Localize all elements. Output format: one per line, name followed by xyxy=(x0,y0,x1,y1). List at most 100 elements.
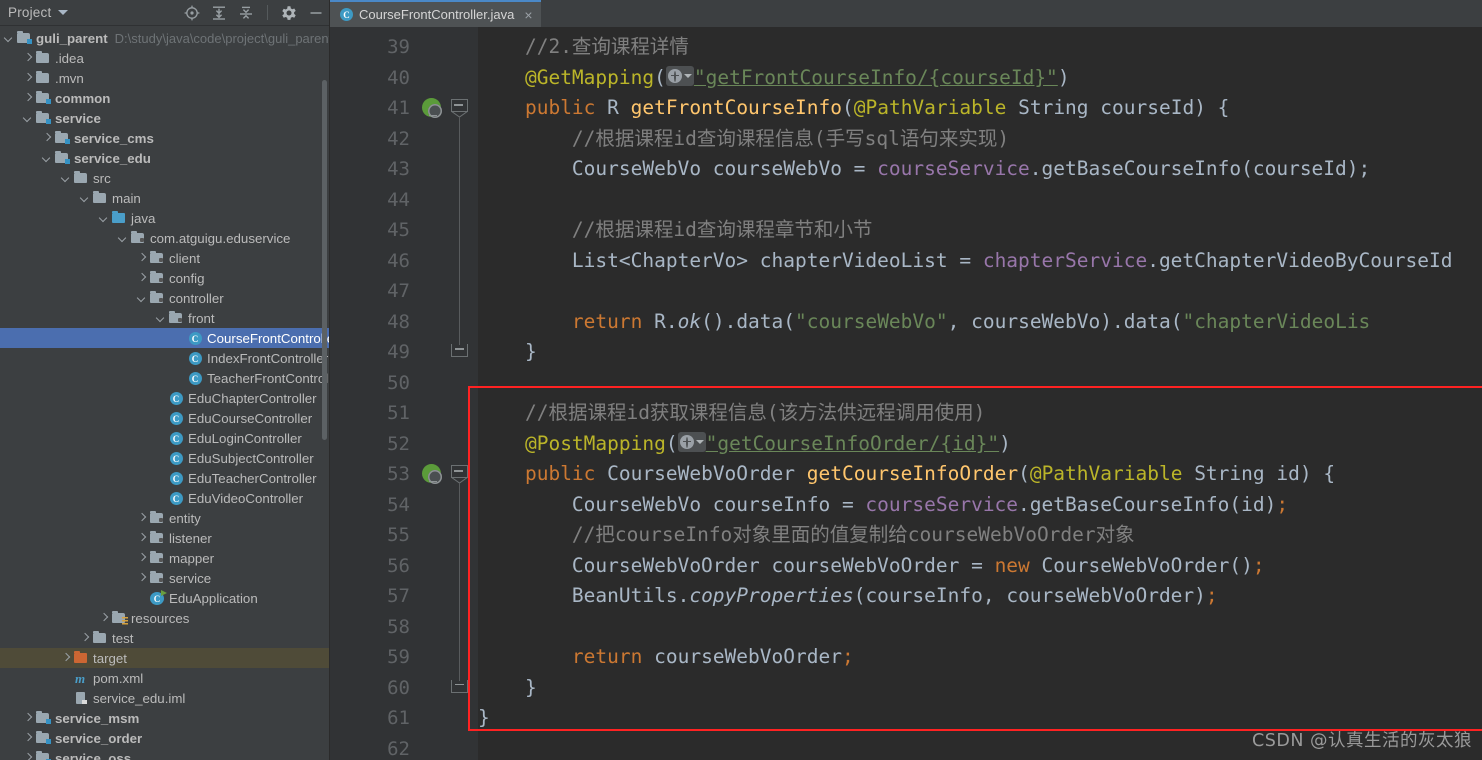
code-fold-end-icon[interactable] xyxy=(451,344,468,357)
tree-item-eduteachercontroller[interactable]: C EduTeacherController xyxy=(0,468,330,488)
code-line[interactable]: CourseWebVo courseWebVo = courseService.… xyxy=(478,154,1370,185)
mapping-url-chip[interactable] xyxy=(665,66,694,86)
project-panel-scrollbar[interactable] xyxy=(322,80,327,440)
code-view[interactable]: 39 40 41 42 43 44 45 46 47 48 49 50 51 52 53 54 55 56 57 58… xyxy=(330,27,1482,760)
code-content[interactable]: //2.查询课程详情 @GetMapping("getFrontCourseIn… xyxy=(478,27,1482,760)
code-line[interactable]: @GetMapping("getFrontCourseInfo/{courseI… xyxy=(478,63,1070,94)
tree-item-service-edu-iml[interactable]: service_edu.iml xyxy=(0,688,330,708)
chevron-down-icon[interactable] xyxy=(42,153,53,164)
chevron-right-icon[interactable] xyxy=(23,73,34,84)
tree-item-entity[interactable]: entity xyxy=(0,508,330,528)
chevron-down-icon[interactable] xyxy=(80,193,91,204)
code-line[interactable]: //把courseInfo对象里面的值复制给courseWebVoOrder对象 xyxy=(478,520,1135,551)
tree-item-service[interactable]: service xyxy=(0,568,330,588)
chevron-right-icon[interactable] xyxy=(23,713,34,724)
tree-item-educoursecontroller[interactable]: C EduCourseController xyxy=(0,408,330,428)
hide-panel-icon[interactable] xyxy=(308,5,324,21)
code-line[interactable]: //根据课程id获取课程信息(该方法供远程调用使用) xyxy=(478,398,985,429)
tree-item-pom-xml[interactable]: m pom.xml xyxy=(0,668,330,688)
tree-item-indexfrontcontroller[interactable]: C IndexFrontController xyxy=(0,348,330,368)
code-line[interactable]: public R getFrontCourseInfo(@PathVariabl… xyxy=(478,93,1229,124)
code-line[interactable] xyxy=(478,276,490,307)
spring-mapping-globe-icon[interactable] xyxy=(422,464,442,484)
chevron-right-icon[interactable] xyxy=(23,753,34,760)
tree-item-target[interactable]: target xyxy=(0,648,330,668)
code-line[interactable]: CourseWebVo courseInfo = courseService.g… xyxy=(478,490,1288,521)
chevron-down-icon[interactable] xyxy=(99,213,110,224)
tree-item-main[interactable]: main xyxy=(0,188,330,208)
tree-item-service-cms[interactable]: service_cms xyxy=(0,128,330,148)
tree-item-common[interactable]: common xyxy=(0,88,330,108)
tree-item-mvn[interactable]: .mvn xyxy=(0,68,330,88)
tree-item-eduvideocontroller[interactable]: C EduVideoController xyxy=(0,488,330,508)
code-line[interactable]: //根据课程id查询课程章节和小节 xyxy=(478,215,872,246)
code-line[interactable]: CourseWebVoOrder courseWebVoOrder = new … xyxy=(478,551,1265,582)
tree-item-resources[interactable]: resources xyxy=(0,608,330,628)
tree-item-src[interactable]: src xyxy=(0,168,330,188)
chevron-down-icon[interactable] xyxy=(137,293,148,304)
chevron-down-icon[interactable] xyxy=(118,233,129,244)
chevron-right-icon[interactable] xyxy=(137,553,148,564)
chevron-right-icon[interactable] xyxy=(23,53,34,64)
locate-icon[interactable] xyxy=(184,5,200,21)
code-line[interactable]: BeanUtils.copyProperties(courseInfo, cou… xyxy=(478,581,1218,612)
mapping-url-chip[interactable] xyxy=(677,432,706,452)
tree-item-educhaptercontroller[interactable]: C EduChapterController xyxy=(0,388,330,408)
code-line[interactable]: //2.查询课程详情 xyxy=(478,32,689,63)
code-line[interactable]: return courseWebVoOrder; xyxy=(478,642,854,673)
chevron-right-icon[interactable] xyxy=(137,253,148,264)
spring-mapping-globe-icon[interactable] xyxy=(422,98,442,118)
chevron-down-icon[interactable] xyxy=(58,10,69,15)
tree-item-mapper[interactable]: mapper xyxy=(0,548,330,568)
chevron-down-icon[interactable] xyxy=(61,173,72,184)
code-line[interactable] xyxy=(478,368,490,399)
code-line[interactable] xyxy=(478,612,490,643)
chevron-right-icon[interactable] xyxy=(137,573,148,584)
chevron-down-icon[interactable] xyxy=(23,113,34,124)
code-line[interactable]: } xyxy=(478,337,537,368)
tree-item-front[interactable]: front xyxy=(0,308,330,328)
gutter-icon-strip[interactable] xyxy=(418,27,478,760)
code-line[interactable] xyxy=(478,734,490,760)
tree-item-test[interactable]: test xyxy=(0,628,330,648)
tree-item-service-edu[interactable]: service_edu xyxy=(0,148,330,168)
tree-item-idea[interactable]: .idea xyxy=(0,48,330,68)
settings-gear-icon[interactable] xyxy=(281,5,297,21)
code-fold-collapse-icon[interactable] xyxy=(451,99,468,118)
close-icon[interactable]: × xyxy=(524,8,532,22)
tree-item-guli-parent[interactable]: guli_parent D:\study\java\code\project\gu… xyxy=(0,28,330,48)
tree-item-edulogincontroller[interactable]: C EduLoginController xyxy=(0,428,330,448)
chevron-right-icon[interactable] xyxy=(137,273,148,284)
tree-item-client[interactable]: client xyxy=(0,248,330,268)
tree-item-service[interactable]: service xyxy=(0,108,330,128)
chevron-right-icon[interactable] xyxy=(137,513,148,524)
editor-tab-coursefrontcontroller[interactable]: C CourseFrontController.java × xyxy=(330,0,541,27)
tree-item-com-atguigu-eduservice[interactable]: com.atguigu.eduservice xyxy=(0,228,330,248)
code-line[interactable]: List<ChapterVo> chapterVideoList = chapt… xyxy=(478,246,1453,277)
code-line[interactable]: //根据课程id查询课程信息(手写sql语句来实现) xyxy=(478,124,1009,155)
code-line[interactable]: return R.ok().data("courseWebVo", course… xyxy=(478,307,1370,338)
chevron-right-icon[interactable] xyxy=(61,653,72,664)
chevron-right-icon[interactable] xyxy=(42,133,53,144)
code-fold-collapse-icon[interactable] xyxy=(451,465,468,484)
chevron-right-icon[interactable] xyxy=(80,633,91,644)
chevron-right-icon[interactable] xyxy=(99,613,110,624)
chevron-down-icon[interactable] xyxy=(156,313,167,324)
chevron-right-icon[interactable] xyxy=(137,533,148,544)
code-line[interactable]: } xyxy=(478,703,490,734)
code-line[interactable] xyxy=(478,185,490,216)
line-number-gutter[interactable]: 39 40 41 42 43 44 45 46 47 48 49 50 51 52 53 54 55 56 57 58… xyxy=(330,27,418,760)
chevron-right-icon[interactable] xyxy=(23,93,34,104)
tree-item-teacherfrontcontroller[interactable]: C TeacherFrontController xyxy=(0,368,330,388)
tree-item-eduapplication[interactable]: C EduApplication xyxy=(0,588,330,608)
tree-item-java[interactable]: java xyxy=(0,208,330,228)
code-line[interactable]: } xyxy=(478,673,537,704)
chevron-right-icon[interactable] xyxy=(23,733,34,744)
code-fold-end-icon[interactable] xyxy=(451,679,468,693)
project-tree[interactable]: guli_parent D:\study\java\code\project\gu… xyxy=(0,26,330,760)
tree-item-controller[interactable]: controller xyxy=(0,288,330,308)
tree-item-service-oss[interactable]: service_oss xyxy=(0,748,330,760)
tree-item-service-msm[interactable]: service_msm xyxy=(0,708,330,728)
tree-item-coursefrontcontroller[interactable]: C CourseFrontController xyxy=(0,328,330,348)
collapse-all-icon[interactable] xyxy=(238,5,254,21)
